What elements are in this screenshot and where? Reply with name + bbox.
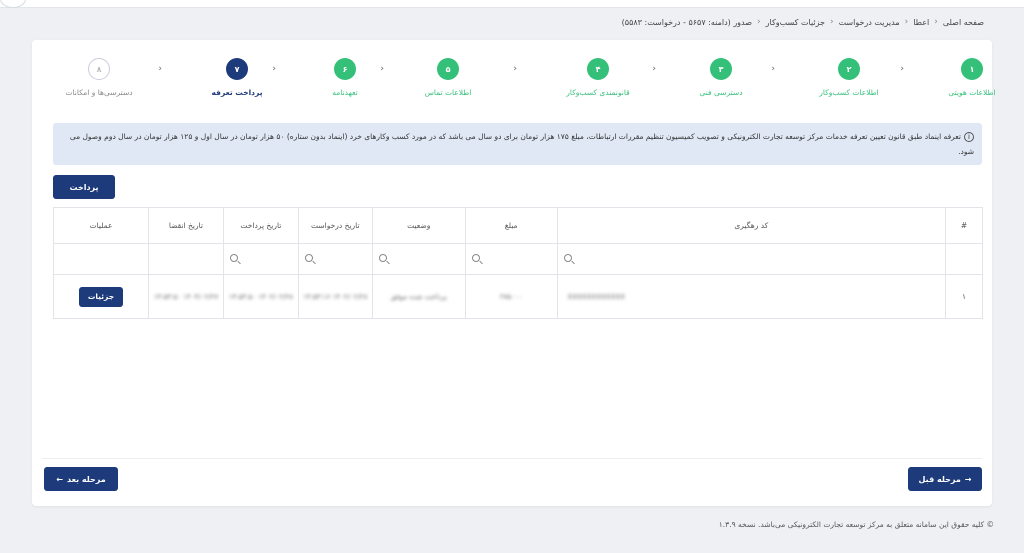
breadcrumb-business-details[interactable]: جزئیات کسب‌وکار: [766, 18, 825, 27]
step-number: ۷: [226, 58, 248, 80]
cell-amount: ۲۷۵۰۰۰: [464, 274, 558, 319]
step-number: ۳: [710, 58, 732, 80]
col-header-actions: عملیات: [53, 207, 149, 244]
search-icon: [378, 254, 387, 262]
col-header-status[interactable]: وضعیت: [371, 207, 466, 244]
step-number: ۲: [838, 58, 860, 80]
arrow-right-icon: →: [964, 474, 972, 484]
chevron-left-icon: ‹: [158, 64, 162, 74]
breadcrumb: صفحه اصلی ‹ اعطا ‹ مدیریت درخواست ‹ جزئی…: [300, 15, 984, 29]
step-legality[interactable]: ۴ قانونمندی کسب‌وکار: [553, 58, 643, 97]
step-tech-access[interactable]: ۳ دسترسی فنی: [676, 58, 766, 97]
step-label: قانونمندی کسب‌وکار: [566, 88, 630, 97]
cell-index: ۱: [945, 274, 983, 319]
footer-divider: [42, 458, 982, 459]
payments-table: # کد رهگیری مبلغ وضعیت تاریخ درخواست تار…: [53, 207, 983, 319]
step-label: دسترسی فنی: [699, 88, 743, 97]
step-identity[interactable]: ۱ اطلاعات هویتی: [927, 58, 1017, 97]
filter-request-date[interactable]: [297, 243, 373, 275]
details-button[interactable]: جزئیات: [78, 286, 123, 307]
step-label: اطلاعات کسب‌وکار: [819, 88, 879, 97]
col-header-amount[interactable]: مبلغ: [464, 207, 558, 244]
step-number: ۱: [961, 58, 983, 80]
breadcrumb-home[interactable]: صفحه اصلی: [943, 18, 984, 27]
info-alert: iتعرفه اینماد طبق قانون تعیین تعرفه خدما…: [53, 123, 982, 165]
next-step-label: مرحله بعد: [66, 474, 106, 484]
breadcrumb-separator-icon: ‹: [934, 17, 938, 27]
breadcrumb-separator-icon: ‹: [757, 17, 761, 27]
search-icon: [304, 254, 313, 262]
pay-button[interactable]: پرداخت: [53, 175, 115, 199]
chevron-left-icon: ‹: [900, 64, 904, 74]
chevron-left-icon: ‹: [652, 64, 656, 74]
col-header-index: #: [945, 207, 983, 244]
breadcrumb-request-management[interactable]: مدیریت درخواست: [839, 18, 900, 27]
stepper: ۱ اطلاعات هویتی ‹ ۲ اطلاعات کسب‌وکار ‹ ۳…: [42, 58, 996, 98]
next-step-button[interactable]: مرحله بعد ←: [44, 467, 118, 491]
info-icon: i: [964, 132, 974, 142]
cell-payment-date: ۱۴۰۲/۰۲/۲۸ ۱۴:۵۳:۵۰: [222, 274, 299, 319]
col-header-payment-date[interactable]: تاریخ پرداخت: [222, 207, 299, 244]
filter-index-empty: [945, 243, 983, 275]
step-label: پرداخت تعرفه: [211, 88, 263, 97]
cell-tracking: XXXXXXXXXXXX: [556, 274, 947, 319]
step-commitment[interactable]: ۶ تعهدنامه: [300, 58, 390, 97]
table-row: ۱ XXXXXXXXXXXX ۲۷۵۰۰۰ پرداخت شده موفق ۱۴…: [53, 274, 983, 319]
search-icon: [229, 254, 238, 262]
search-icon: [563, 254, 572, 262]
step-label: تعهدنامه: [332, 88, 358, 97]
step-number: ۵: [437, 58, 459, 80]
breadcrumb-separator-icon: ‹: [904, 17, 909, 27]
info-text: تعرفه اینماد طبق قانون تعیین تعرفه خدمات…: [69, 132, 974, 156]
previous-step-label: مرحله قبل: [918, 474, 961, 484]
step-contact[interactable]: ۵ اطلاعات تماس: [403, 58, 493, 97]
filter-status[interactable]: [371, 243, 466, 275]
chevron-left-icon: ‹: [513, 64, 517, 74]
cell-actions: جزئیات: [53, 274, 149, 319]
step-label: اطلاعات تماس: [424, 88, 472, 97]
step-number: ۶: [334, 58, 356, 80]
step-label: اطلاعات هویتی: [948, 88, 996, 97]
breadcrumb-separator-icon: ‹: [829, 17, 834, 27]
filter-amount[interactable]: [464, 243, 558, 275]
previous-step-button[interactable]: → مرحله قبل: [908, 467, 982, 491]
filter-payment-date[interactable]: [222, 243, 299, 275]
arrow-left-icon: ←: [56, 474, 63, 484]
filter-expiry-empty: [147, 243, 224, 275]
search-icon: [471, 254, 480, 262]
chevron-left-icon: ‹: [771, 64, 775, 74]
main-card: ۱ اطلاعات هویتی ‹ ۲ اطلاعات کسب‌وکار ‹ ۳…: [32, 40, 996, 506]
step-number: ۸: [88, 58, 110, 80]
step-label: دسترسی‌ها و امکانات: [65, 88, 133, 97]
cell-request-date: ۱۴۰۲/۰۲/۲۸ ۱۴:۵۳:۱۶: [297, 274, 373, 319]
table-filter-row: [53, 243, 983, 275]
filter-actions-empty: [53, 243, 149, 275]
copyright-footer: © کلیه حقوق این سامانه متعلق به مرکز توس…: [718, 520, 994, 529]
table-header-row: # کد رهگیری مبلغ وضعیت تاریخ درخواست تار…: [53, 207, 983, 244]
cell-status: پرداخت شده موفق: [371, 274, 466, 319]
filter-tracking[interactable]: [556, 243, 947, 275]
col-header-request-date[interactable]: تاریخ درخواست: [297, 207, 373, 244]
top-header-strip: [0, 0, 1024, 8]
col-header-expiry-date[interactable]: تاریخ انقضا: [147, 207, 224, 244]
breadcrumb-current: صدور (دامنه: ۵۶۵۷ - درخواست: ۵۵۸۳): [621, 17, 753, 27]
step-business-info[interactable]: ۲ اطلاعات کسب‌وکار: [804, 58, 894, 97]
breadcrumb-grant[interactable]: اعطا: [913, 18, 929, 27]
col-header-tracking[interactable]: کد رهگیری: [556, 207, 947, 244]
step-access-features[interactable]: ۸ دسترسی‌ها و امکانات: [54, 58, 144, 97]
step-number: ۴: [587, 58, 609, 80]
step-payment[interactable]: ۷ پرداخت تعرفه: [192, 58, 282, 97]
cell-expiry-date: ۱۴۰۴/۰۲/۲۷ ۱۴:۵۳:۵۰: [147, 274, 224, 319]
